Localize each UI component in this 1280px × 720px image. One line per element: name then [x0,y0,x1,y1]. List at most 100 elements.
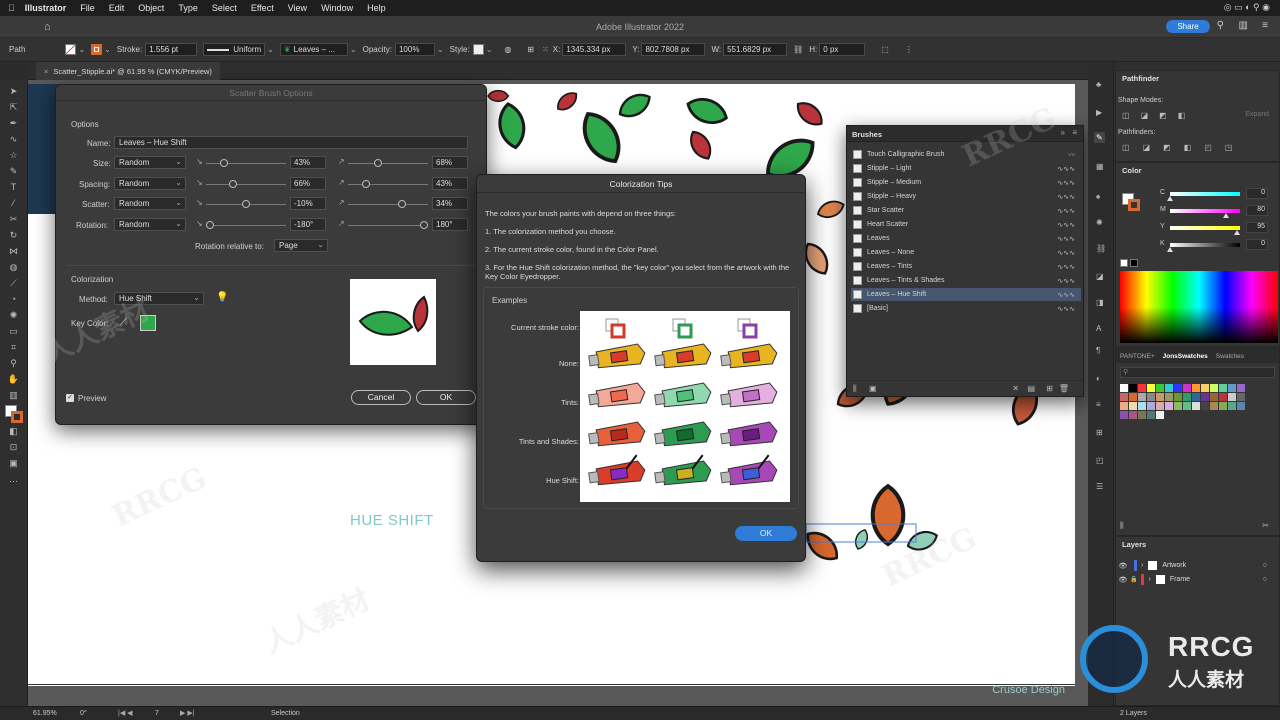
channel-slider[interactable] [1167,192,1240,201]
swatch-chip[interactable] [1174,402,1182,410]
options-icon[interactable]: ▤ [1027,384,1035,393]
apple-icon[interactable]:  [8,3,15,13]
symbols-icon[interactable]: ♠ [1096,192,1100,201]
menu-type[interactable]: Type [178,3,198,13]
width-tool-icon[interactable]: ⋈ [7,246,20,257]
swatch-chip[interactable] [1228,393,1236,401]
size-min-value[interactable]: 43% [290,156,326,169]
channel-slider[interactable] [1170,209,1240,218]
y-field[interactable]: 802.7808 px [641,43,706,56]
size-mode-select[interactable]: Random ⌄ [114,156,186,169]
line-tool-icon[interactable]: ⁄ [7,198,20,209]
swatch-chip[interactable] [1228,402,1236,410]
artboard-tool-icon[interactable]: ▭ [7,326,20,337]
menu-object[interactable]: Object [138,3,164,13]
screen-mode-icon[interactable]: ▣ [7,458,20,469]
swatch-chip[interactable] [1147,411,1155,419]
swatch-chip[interactable] [1237,384,1245,392]
color-title[interactable]: Color [1122,166,1142,175]
rotate-view[interactable]: 0° [80,710,87,717]
swatch-chip[interactable] [1201,384,1209,392]
hand-tool-icon[interactable]: ✋ [7,374,20,385]
rotation-max-slider[interactable] [348,221,428,229]
spacing-mode-select[interactable]: Random ⌄ [114,177,186,190]
selection-tool-icon[interactable]: ➤ [7,86,20,97]
scatter-mode-select[interactable]: Random ⌄ [114,197,186,210]
new-brush-icon[interactable]: ⊞ [1046,384,1053,393]
direct-selection-tool-icon[interactable]: ⇱ [7,102,20,113]
menu-window[interactable]: Window [321,3,353,13]
brush-list-item[interactable]: Stipple – Heavy ∿∿∿ [851,190,1081,203]
swatches-icon[interactable]: ▦ [1096,162,1104,171]
artboard-number[interactable]: 7 [155,710,159,717]
brush-libraries-icon[interactable]: ⫼ [853,384,857,394]
opacity-field[interactable]: 100% [394,43,435,56]
size-min-slider[interactable] [206,159,286,167]
channel-value[interactable]: 80 [1246,205,1268,216]
channel-value[interactable]: 95 [1246,222,1268,233]
menu-file[interactable]: File [80,3,95,13]
swatch-chip[interactable] [1183,402,1191,410]
rotation-relative-select[interactable]: Page ⌄ [274,239,328,252]
expand-button[interactable]: Expand [1245,111,1269,118]
swatch-chip[interactable] [1237,393,1245,401]
layer-name-frame[interactable]: Frame [1170,576,1190,583]
stroke-panel-icon[interactable]: ≡ [1096,400,1101,409]
minus-front-icon[interactable]: ◪ [1141,111,1149,120]
panel-menu-icon[interactable]: ≡ [1072,128,1077,137]
swatch-chip[interactable] [1210,393,1218,401]
preview-checkbox[interactable]: ✓ [66,394,74,402]
swatch-chip[interactable] [1120,384,1128,392]
minus-back-icon[interactable]: ◳ [1225,143,1233,152]
edit-toolbar-icon[interactable]: ⋯ [7,476,20,487]
swatch-chip[interactable] [1120,393,1128,401]
ok-button[interactable]: OK [416,390,476,405]
channel-slider[interactable] [1170,226,1240,235]
size-max-slider[interactable] [348,159,428,167]
align-icon[interactable]: ⊞ [527,45,534,54]
swatch-chip[interactable] [1120,402,1128,410]
rotation-max-value[interactable]: 180° [432,218,468,231]
blend-tool-icon[interactable]: ◔ [7,294,20,305]
zoom-level[interactable]: 61.95% [33,710,57,717]
x-field[interactable]: 1345.334 px [562,43,627,56]
reference-point-icon[interactable]: ⁙ [542,45,549,54]
swatch-chip[interactable] [1120,411,1128,419]
rotation-min-slider[interactable] [206,221,286,229]
eyedropper-tool-icon[interactable]: ⟋ [7,278,20,289]
pen-tool-icon[interactable]: ✒ [7,118,20,129]
channel-value[interactable]: 0 [1246,188,1268,199]
brush-list-item[interactable]: Star Scatter ∿∿∿ [851,204,1081,217]
key-color-swatch[interactable] [140,315,156,331]
menu-select[interactable]: Select [212,3,237,13]
paintbrush-tool-icon[interactable]: ✎ [7,166,20,177]
artboard-nav-icons[interactable]: |◀ ◀ [118,709,133,717]
swatch-chip[interactable] [1237,402,1245,410]
swatch-chip[interactable] [1156,411,1164,419]
brush-list-item[interactable]: Stipple – Light ∿∿∿ [851,162,1081,175]
collapse-icon[interactable]: » [1061,128,1065,137]
artboards-icon[interactable]: ◰ [1096,456,1104,465]
close-tab-icon[interactable]: × [44,67,48,76]
scatter-max-slider[interactable] [348,200,428,208]
intersect-icon[interactable]: ◩ [1159,111,1167,120]
swatch-chip[interactable] [1219,384,1227,392]
brush-list-item[interactable]: Leaves – Tints ∿∿∿ [851,260,1081,273]
visibility-eye-icon[interactable]: 👁 [1116,576,1130,584]
none-white-black-swatches[interactable] [1120,259,1138,267]
scatter-max-value[interactable]: 34% [432,197,468,210]
color-mode-icon[interactable]: ◧ [7,426,20,437]
document-tab[interactable]: × Scatter_Stipple.ai* @ 61.95 % (CMYK/Pr… [36,62,220,80]
play-icon[interactable]: ▶ [1096,108,1102,117]
stroke-swatch[interactable] [91,44,103,55]
brush-definition[interactable]: ❦ Leaves – ... [279,43,348,56]
menu-edit[interactable]: Edit [109,3,125,13]
swatch-chip[interactable] [1174,384,1182,392]
name-input[interactable]: Leaves – Hue Shift [114,136,468,149]
rotation-mode-select[interactable]: Random ⌄ [114,218,186,231]
brush-list-item[interactable]: Leaves – None ∿∿∿ [851,246,1081,259]
more-options-icon[interactable]: ⋮ [905,45,913,54]
fill-swatch[interactable] [65,44,77,55]
divide-icon[interactable]: ◫ [1122,143,1130,152]
workspace-icon[interactable]: ≡ [1262,20,1268,31]
